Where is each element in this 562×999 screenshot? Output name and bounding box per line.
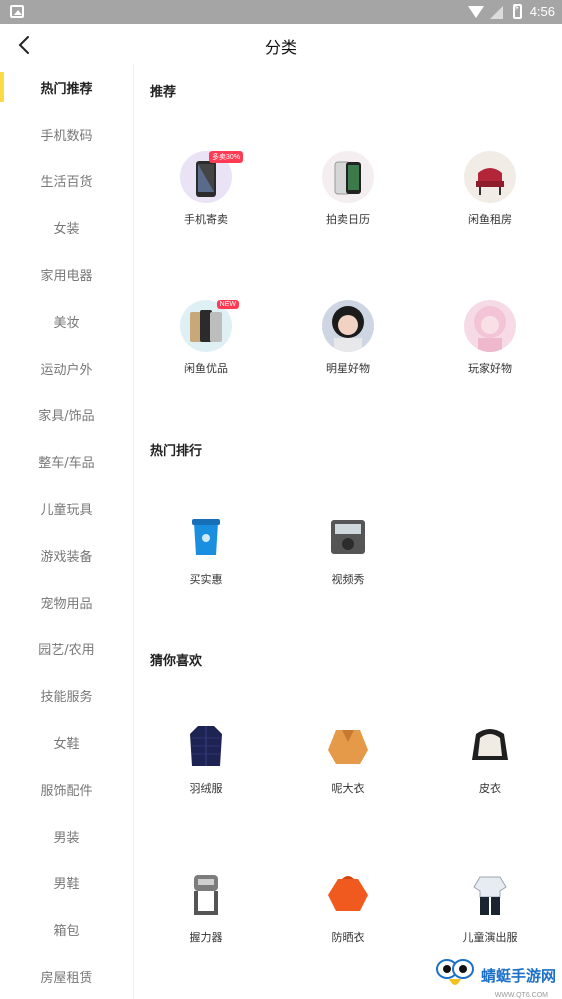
grid-label: 拍卖日历 [326,213,370,226]
grid-label: 闲鱼优品 [184,362,228,375]
sidebar-item-garden[interactable]: 园艺/农用 [0,626,133,673]
jacket-icon [180,720,232,772]
device-icon [322,511,374,563]
sidebar-item-womens-shoes[interactable]: 女鞋 [0,719,133,766]
grid-label: 买实惠 [189,573,223,586]
grid-item-down-jacket[interactable]: 羽绒服 [135,720,277,796]
status-time: 4:56 [529,4,555,19]
kids-outfit-icon [464,869,516,921]
avatar-icon [464,300,516,352]
sidebar-item-accessories[interactable]: 服饰配件 [0,766,133,813]
grid-label: 视频秀 [331,573,365,586]
main-content: 推荐 多卖30% 手机寄卖 拍卖日历 闲鱼租房 NEW 闲鱼优品 明星好物 玩家… [135,64,562,999]
grid-item-sun-jacket[interactable]: 防晒衣 [277,869,419,945]
promo-badge: 多卖30% [208,151,243,163]
new-badge: NEW [216,300,239,309]
coat-icon [322,720,374,772]
dragonfly-logo-icon [435,959,474,985]
status-bar: 4:56 [0,0,562,24]
grid-label: 呢大衣 [331,782,365,795]
section-title-recommend: 推荐 [150,85,177,100]
image-icon [10,5,24,18]
section-title-hot-rank: 热门排行 [150,444,203,459]
grid-label: 闲鱼租房 [468,213,512,226]
grid-item-celebrity-goods[interactable]: 明星好物 [277,300,419,376]
sidebar-item-pets[interactable]: 宠物用品 [0,579,133,626]
signal-icon [490,6,503,19]
grid-item-quality-goods[interactable]: NEW 闲鱼优品 [135,300,277,376]
chair-icon [464,151,516,203]
header: 分类 [0,24,562,64]
grid-item-rent-house[interactable]: 闲鱼租房 [419,151,561,227]
sidebar-item-sports[interactable]: 运动户外 [0,345,133,392]
grid-item-leather-jacket[interactable]: 皮衣 [419,720,561,796]
grid-label: 皮衣 [479,782,501,795]
sidebar-item-gaming[interactable]: 游戏装备 [0,532,133,579]
category-sidebar: 热门推荐 手机数码 生活百货 女装 家用电器 美妆 运动户外 家具/饰品 整车/… [0,64,134,999]
sidebar-item-services[interactable]: 技能服务 [0,672,133,719]
section-title-guess: 猜你喜欢 [150,654,203,669]
battery-icon [513,3,522,19]
phone-icon [322,151,374,203]
grid-label: 儿童演出服 [462,931,518,944]
sidebar-item-phones[interactable]: 手机数码 [0,111,133,158]
grid-item-wool-coat[interactable]: 呢大衣 [277,720,419,796]
sidebar-item-furniture[interactable]: 家具/饰品 [0,392,133,439]
avatar-icon [322,300,374,352]
sidebar-item-daily[interactable]: 生活百货 [0,158,133,205]
sidebar-item-womens[interactable]: 女装 [0,204,133,251]
watermark-text: 蜻蜓手游网 [480,966,556,985]
grid-item-player-goods[interactable]: 玩家好物 [419,300,561,376]
grid-label: 手机寄卖 [184,213,228,226]
grid-label: 防晒衣 [331,931,365,944]
trash-bin-icon [180,511,232,563]
grid-item-phone-consign[interactable]: 多卖30% 手机寄卖 [135,151,277,227]
leather-jacket-icon [464,720,516,772]
sidebar-item-mens-shoes[interactable]: 男鞋 [0,860,133,907]
sun-jacket-icon [322,869,374,921]
sidebar-item-vehicles[interactable]: 整车/车品 [0,438,133,485]
sidebar-item-appliances[interactable]: 家用电器 [0,251,133,298]
grid-label: 明星好物 [326,362,370,375]
grid-item-bargain[interactable]: 买实惠 [135,511,277,587]
sidebar-item-mens[interactable]: 男装 [0,813,133,860]
grid-item-auction-calendar[interactable]: 拍卖日历 [277,151,419,227]
sidebar-item-hot[interactable]: 热门推荐 [0,64,133,111]
grid-label: 握力器 [189,931,223,944]
grid-label: 玩家好物 [468,362,512,375]
grid-item-kids-outfit[interactable]: 儿童演出服 [419,869,561,945]
grip-icon [180,869,232,921]
watermark-url: WWW.QT6.COM [494,992,548,999]
sidebar-item-rental[interactable]: 房屋租赁 [0,953,133,999]
grid-label: 羽绒服 [189,782,223,795]
grid-item-video-show[interactable]: 视频秀 [277,511,419,587]
sidebar-item-toys[interactable]: 儿童玩具 [0,485,133,532]
wifi-icon [468,6,484,18]
page-title: 分类 [264,38,297,57]
grid-item-grip[interactable]: 握力器 [135,869,277,945]
sidebar-item-bags[interactable]: 箱包 [0,906,133,953]
watermark: 蜻蜓手游网 WWW.QT6.COM [435,957,556,999]
sidebar-item-beauty[interactable]: 美妆 [0,298,133,345]
